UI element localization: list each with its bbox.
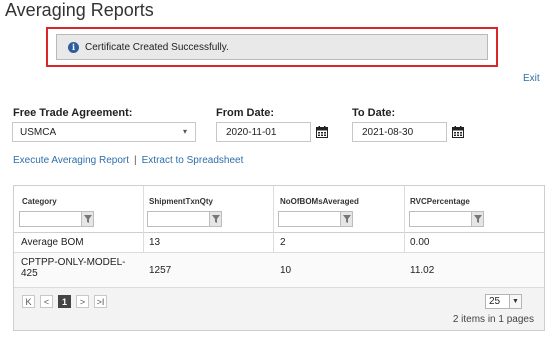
fta-select[interactable]: USMCA ▾	[12, 122, 196, 142]
pager-info: 2 items in 1 pages	[452, 314, 534, 325]
averaging-report-grid: Category ShipmentTxnQty NoOfBOMsAveraged…	[13, 185, 545, 331]
cell-category: Average BOM	[21, 237, 84, 248]
execute-averaging-report-link[interactable]: Execute Averaging Report	[13, 155, 129, 166]
info-icon: i	[68, 41, 79, 53]
grid-header: Category ShipmentTxnQty NoOfBOMsAveraged…	[14, 186, 544, 233]
page-title: Averaging Reports	[5, 0, 154, 20]
column-header-shipmenttxnqty[interactable]: ShipmentTxnQty	[149, 197, 213, 206]
from-date-input[interactable]: 2020-11-01	[216, 122, 311, 142]
calendar-icon[interactable]	[316, 126, 328, 138]
fta-label: Free Trade Agreement:	[13, 107, 133, 119]
filter-icon[interactable]	[471, 211, 484, 227]
cell-noofbomsaveraged: 2	[280, 237, 286, 248]
filter-rvcpercentage	[409, 211, 484, 227]
column-header-rvcpercentage[interactable]: RVCPercentage	[410, 197, 470, 206]
cell-noofbomsaveraged: 10	[280, 265, 292, 276]
chevron-down-icon: ▼	[509, 295, 521, 308]
filter-icon[interactable]	[81, 211, 94, 227]
column-header-noofbomsaveraged[interactable]: NoOfBOMsAveraged	[280, 197, 359, 206]
fta-select-value: USMCA	[20, 126, 57, 138]
alert-message: Certificate Created Successfully.	[85, 41, 229, 53]
page-size-select[interactable]: 25 ▼	[485, 294, 522, 309]
from-date-label: From Date:	[216, 107, 275, 119]
success-alert: i Certificate Created Successfully.	[56, 34, 488, 60]
grid-pager: K < 1 > >I 25 ▼ 2 items in 1 pages	[14, 288, 544, 330]
calendar-icon[interactable]	[452, 126, 464, 138]
to-date-input[interactable]: 2021-08-30	[352, 122, 447, 142]
filter-icon[interactable]	[340, 211, 353, 227]
exit-link[interactable]: Exit	[523, 73, 540, 84]
filter-input[interactable]	[19, 211, 81, 227]
filter-icon[interactable]	[209, 211, 222, 227]
extract-to-spreadsheet-link[interactable]: Extract to Spreadsheet	[142, 155, 244, 166]
filter-input[interactable]	[278, 211, 340, 227]
next-page-button[interactable]: >	[76, 295, 89, 308]
filter-noofbomsaveraged	[278, 211, 353, 227]
previous-page-button[interactable]: <	[40, 295, 53, 308]
table-row[interactable]: Average BOM 13 2 0.00	[14, 233, 544, 253]
filter-input[interactable]	[147, 211, 209, 227]
cell-shipmenttxnqty: 1257	[149, 265, 172, 276]
table-row[interactable]: CPTPP-ONLY-MODEL- 425 1257 10 11.02	[14, 253, 544, 288]
cell-category: CPTPP-ONLY-MODEL- 425	[21, 257, 126, 279]
cell-shipmenttxnqty: 13	[149, 237, 161, 248]
cell-rvcpercentage: 11.02	[410, 265, 435, 276]
report-actions: Execute Averaging Report | Extract to Spre…	[13, 155, 243, 166]
link-separator: |	[134, 155, 137, 166]
filter-shipmenttxnqty	[147, 211, 222, 227]
current-page-button[interactable]: 1	[58, 295, 71, 308]
to-date-label: To Date:	[352, 107, 396, 119]
page-size-value: 25	[489, 296, 501, 307]
cell-rvcpercentage: 0.00	[410, 237, 430, 248]
filter-category	[19, 211, 94, 227]
filter-input[interactable]	[409, 211, 471, 227]
column-header-category[interactable]: Category	[22, 197, 57, 206]
chevron-down-icon: ▾	[182, 127, 187, 136]
first-page-button[interactable]: K	[22, 295, 35, 308]
alert-highlight-frame: i Certificate Created Successfully.	[46, 27, 498, 67]
last-page-button[interactable]: >I	[94, 295, 107, 308]
